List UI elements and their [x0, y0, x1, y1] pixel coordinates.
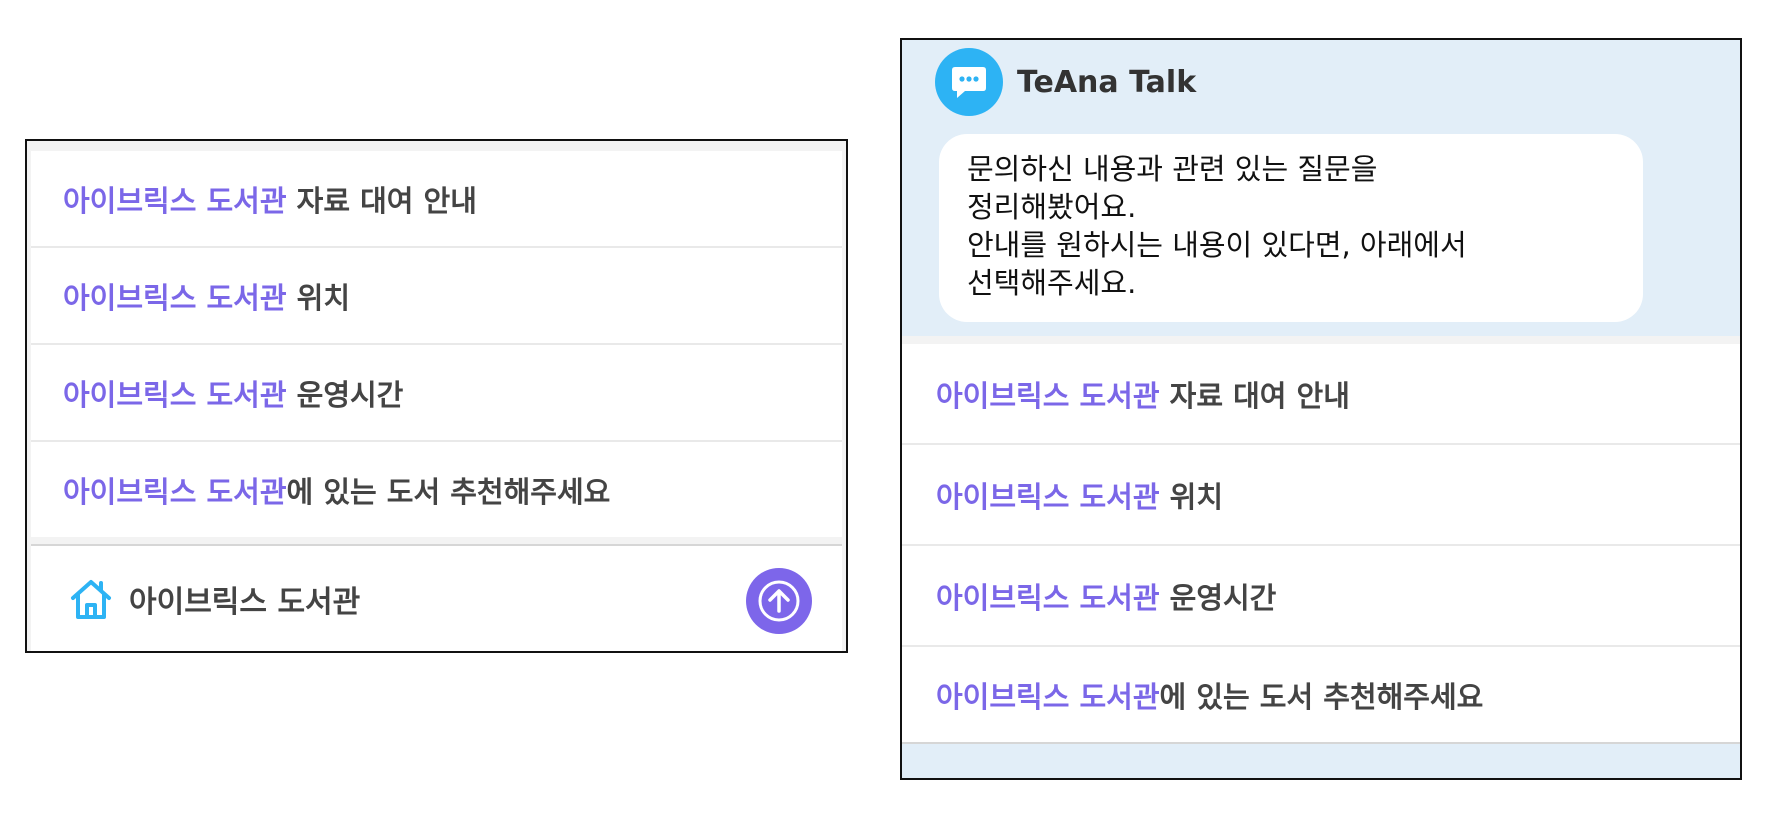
- suggestion-highlight: 아이브릭스 도서관: [63, 183, 287, 218]
- suggestion-text: 위치: [1159, 479, 1224, 514]
- suggestion-text: 운영시간: [286, 377, 404, 412]
- suggestion-text: 운영시간: [1159, 580, 1277, 615]
- suggestion-item-location[interactable]: 아이브릭스 도서관 위치: [902, 445, 1740, 546]
- suggestion-item-hours[interactable]: 아이브릭스 도서관 운영시간: [902, 546, 1740, 647]
- suggestion-item-rental[interactable]: 아이브릭스 도서관 자료 대여 안내: [902, 344, 1740, 445]
- message-line: 선택해주세요.: [967, 266, 1137, 300]
- suggestion-item-recommend[interactable]: 아이브릭스 도서관 에 있는 도서 추천해주세요: [902, 647, 1740, 744]
- suggestion-item-location[interactable]: 아이브릭스 도서관 위치: [31, 248, 842, 345]
- suggestion-highlight: 아이브릭스 도서관: [63, 280, 287, 315]
- message-line: 문의하신 내용과 관련 있는 질문을: [967, 152, 1378, 186]
- suggestion-highlight: 아이브릭스 도서관: [936, 580, 1160, 615]
- bot-message-bubble: 문의하신 내용과 관련 있는 질문을 정리해봤어요. 안내를 원하시는 내용이 …: [939, 134, 1643, 322]
- suggestion-item-rental[interactable]: 아이브릭스 도서관 자료 대여 안내: [31, 151, 842, 248]
- left-suggestion-list: 아이브릭스 도서관 자료 대여 안내 아이브릭스 도서관 위치 아이브릭스 도서…: [31, 151, 842, 537]
- suggestion-highlight: 아이브릭스 도서관: [63, 377, 287, 412]
- home-label: 아이브릭스 도서관: [129, 584, 361, 620]
- message-line: 안내를 원하시는 내용이 있다면, 아래에서: [967, 228, 1467, 262]
- input-bar: 아이브릭스 도서관: [31, 544, 842, 651]
- chat-bubble-icon: [952, 67, 986, 98]
- suggestion-highlight: 아이브릭스 도서관: [936, 479, 1160, 514]
- chat-header: TeAna Talk: [935, 48, 1196, 116]
- suggestion-text: 자료 대여 안내: [1159, 378, 1350, 413]
- chat-title: TeAna Talk: [1017, 64, 1197, 100]
- chat-logo: [935, 48, 1003, 116]
- left-widget: 아이브릭스 도서관 자료 대여 안내 아이브릭스 도서관 위치 아이브릭스 도서…: [25, 139, 848, 653]
- send-button[interactable]: [746, 568, 812, 634]
- message-line: 정리해봤어요.: [967, 190, 1137, 224]
- suggestion-text: 자료 대여 안내: [286, 183, 477, 218]
- arrow-up-icon: [758, 580, 800, 622]
- home-icon[interactable]: [67, 575, 115, 623]
- suggestion-highlight: 아이브릭스 도서관: [936, 378, 1160, 413]
- suggestion-text: 에 있는 도서 추천해주세요: [286, 474, 611, 509]
- suggestion-highlight: 아이브릭스 도서관: [63, 474, 287, 509]
- suggestion-item-recommend[interactable]: 아이브릭스 도서관 에 있는 도서 추천해주세요: [31, 442, 842, 537]
- suggestion-highlight: 아이브릭스 도서관: [936, 679, 1160, 714]
- suggestion-text: 에 있는 도서 추천해주세요: [1159, 679, 1484, 714]
- right-suggestion-list: 아이브릭스 도서관 자료 대여 안내 아이브릭스 도서관 위치 아이브릭스 도서…: [902, 336, 1740, 744]
- suggestion-item-hours[interactable]: 아이브릭스 도서관 운영시간: [31, 345, 842, 442]
- chat-widget: TeAna Talk 문의하신 내용과 관련 있는 질문을 정리해봤어요. 안내…: [900, 38, 1742, 780]
- suggestion-text: 위치: [286, 280, 351, 315]
